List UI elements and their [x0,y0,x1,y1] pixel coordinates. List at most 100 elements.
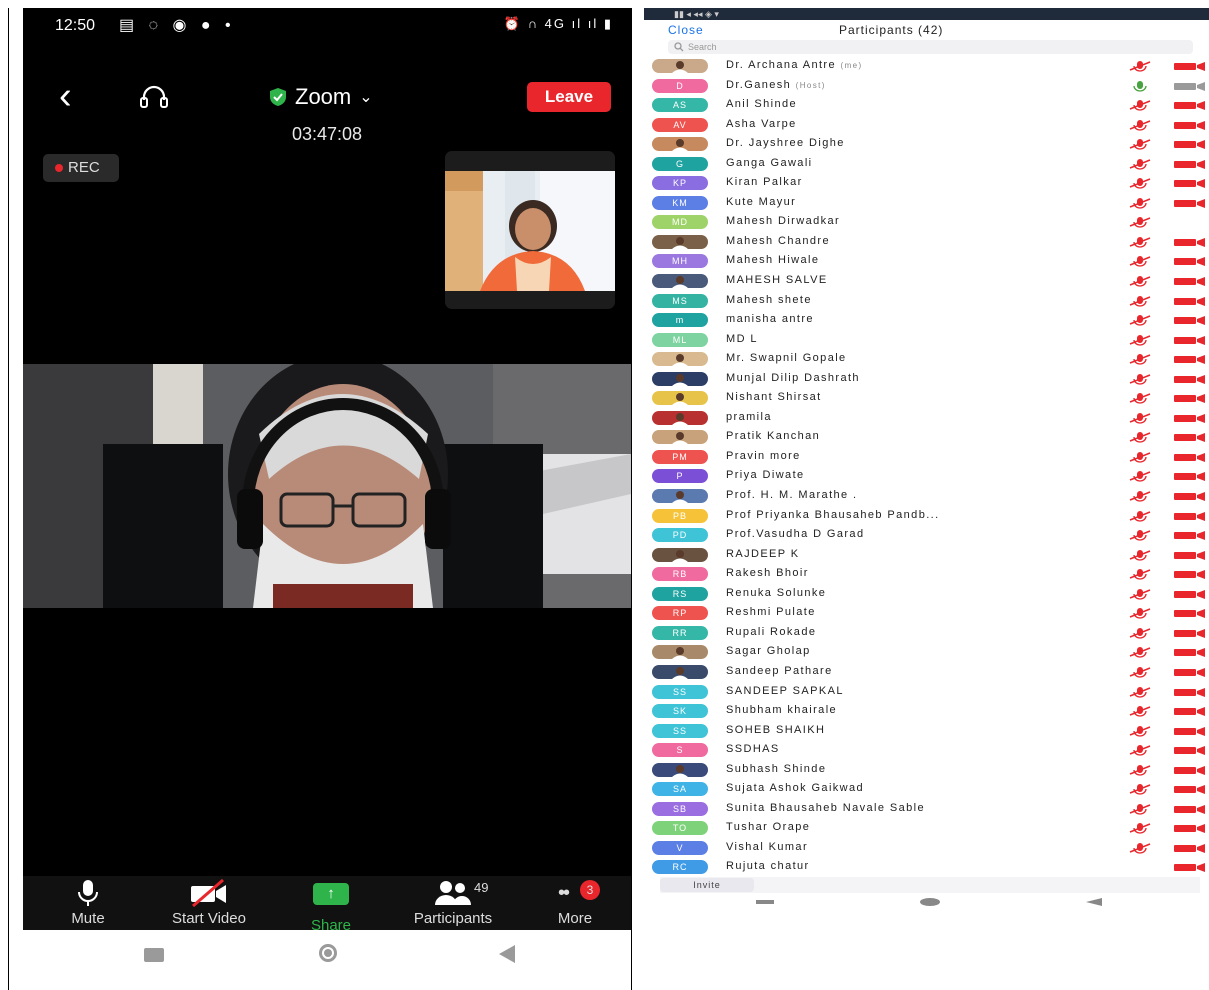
participant-row[interactable]: RB Rakesh Bhoir [644,564,1209,584]
participant-row[interactable]: m manisha antre [644,310,1209,330]
start-video-button[interactable]: Start Video [154,876,264,927]
participant-row[interactable]: KP Kiran Palkar [644,173,1209,193]
participant-row[interactable]: KM Kute Mayur [644,193,1209,213]
back-button[interactable] [1086,898,1102,906]
leave-button[interactable]: Leave [527,82,611,112]
video-off-icon [1174,609,1205,619]
participant-row[interactable]: RR Rupali Rokade [644,623,1209,643]
participant-row[interactable]: RC Rujuta chatur [644,857,1209,877]
invite-button[interactable]: Invite [660,878,754,892]
video-off-icon [1174,687,1205,697]
participant-row[interactable]: MAHESH SALVE [644,271,1209,291]
meeting-title-dropdown[interactable]: Zoom ⌄ [269,84,373,110]
share-button[interactable]: ↑ Share [276,876,386,934]
search-input[interactable]: Search [668,40,1193,54]
participant-row[interactable]: G Ganga Gawali [644,154,1209,174]
video-off-icon [1174,316,1205,326]
participant-row[interactable]: RP Reshmi Pulate [644,603,1209,623]
mic-muted-icon [1129,178,1151,189]
participant-row[interactable]: V Vishal Kumar [644,838,1209,858]
participant-row[interactable]: Subhash Shinde [644,760,1209,780]
participant-row[interactable]: Sagar Gholap [644,642,1209,662]
back-icon[interactable]: ‹ [59,76,72,116]
participant-row[interactable]: RS Renuka Solunke [644,584,1209,604]
home-button[interactable] [319,944,337,962]
participant-row[interactable]: RAJDEEP K [644,545,1209,565]
participant-name: MAHESH SALVE [726,274,828,287]
participant-name: Asha Varpe [726,117,797,130]
meeting-screen: 12:50 ▤ ◌ ◉ ● • ⏰ ∩ 4G ıl ıl ▮ ‹ Zoom ⌄ … [23,8,631,934]
notification-icons: ▤ ◌ ◉ ● • [119,17,236,34]
participant-name: Pravin more [726,449,801,462]
participant-row[interactable]: Sandeep Pathare [644,662,1209,682]
participant-row[interactable]: Munjal Dilip Dashrath [644,369,1209,389]
video-off-icon [1174,296,1205,306]
video-off-icon [1174,648,1205,658]
participant-row[interactable]: S SSDHAS [644,740,1209,760]
participant-row[interactable]: SS SANDEEP SAPKAL [644,682,1209,702]
mic-muted-icon [1129,158,1151,170]
mic-muted-icon [1129,432,1151,444]
back-button[interactable] [499,945,515,963]
meeting-timer: 03:47:08 [291,124,363,144]
participant-row[interactable]: TO Tushar Orape [644,818,1209,838]
avatar-initials: SS [652,684,708,699]
participant-row[interactable]: SB Sunita Bhausaheb Navale Sable [644,799,1209,819]
video-off-icon [1174,257,1205,267]
participant-row[interactable]: SK Shubham khairale [644,701,1209,721]
avatar-initials: AV [652,117,708,132]
participant-row[interactable]: Mr. Swapnil Gopale [644,349,1209,369]
video-off-icon [1174,394,1205,404]
video-off-icon [1174,81,1205,91]
participant-row[interactable]: Mahesh Chandre [644,232,1209,252]
participant-row[interactable]: P Priya Diwate [644,466,1209,486]
participants-button[interactable]: 49 Participants [398,876,508,927]
participant-row[interactable]: PD Prof.Vasudha D Garad [644,525,1209,545]
participant-name: Anil Shinde [726,98,798,111]
audio-headset-icon[interactable] [139,84,169,112]
participant-row[interactable]: MD Mahesh Dirwadkar [644,212,1209,232]
participant-row[interactable]: MS Mahesh shete [644,291,1209,311]
avatar-initials: SS [652,723,708,738]
video-off-icon [1174,159,1205,169]
participant-name: Renuka Solunke [726,586,827,599]
mic-on-icon [1133,80,1147,92]
participant-role-tag: (me) [840,61,863,70]
recents-button[interactable] [756,900,774,904]
participant-row[interactable]: PB Prof Priyanka Bhausaheb Pandb... [644,506,1209,526]
participant-row[interactable]: Nishant Shirsat [644,388,1209,408]
participant-row[interactable]: AS Anil Shinde [644,95,1209,115]
participant-row[interactable]: Dr. Archana Antre (me) [644,56,1209,76]
mic-muted-icon [1129,842,1151,854]
video-off-icon [1174,589,1205,599]
mute-button[interactable]: Mute [33,876,143,927]
video-off-icon [1174,726,1205,736]
active-speaker-video[interactable] [23,364,631,608]
participant-row[interactable]: AV Asha Varpe [644,115,1209,135]
participant-row[interactable]: D Dr.Ganesh (Host) [644,76,1209,96]
recents-button[interactable] [144,948,164,962]
home-button[interactable] [920,898,940,906]
close-button[interactable]: Close [668,23,704,37]
participant-row[interactable]: SA Sujata Ashok Gaikwad [644,779,1209,799]
mic-muted-icon [1129,354,1151,365]
self-video-thumbnail[interactable] [445,151,615,309]
mic-muted-icon [1129,803,1151,815]
participant-row[interactable]: Prof. H. M. Marathe . [644,486,1209,506]
left-phone-screenshot: 12:50 ▤ ◌ ◉ ● • ⏰ ∩ 4G ıl ıl ▮ ‹ Zoom ⌄ … [8,8,632,990]
avatar-initials: TO [652,821,708,836]
avatar-photo [652,234,708,249]
mic-muted-icon [1129,451,1151,463]
participant-row[interactable]: pramila [644,408,1209,428]
participant-role-tag: (Host) [795,80,826,90]
participant-name: Nishant Shirsat [726,391,822,404]
participant-row[interactable]: SS SOHEB SHAIKH [644,721,1209,741]
more-button[interactable]: •• 3 More [520,876,630,927]
participant-row[interactable]: Dr. Jayshree Dighe [644,134,1209,154]
participant-row[interactable]: Pratik Kanchan [644,427,1209,447]
participant-row[interactable]: MH Mahesh Hiwale [644,251,1209,271]
avatar-photo [652,59,708,73]
participant-name: Sunita Bhausaheb Navale Sable [726,801,925,814]
participant-row[interactable]: PM Pravin more [644,447,1209,467]
participant-row[interactable]: ML MD L [644,330,1209,350]
